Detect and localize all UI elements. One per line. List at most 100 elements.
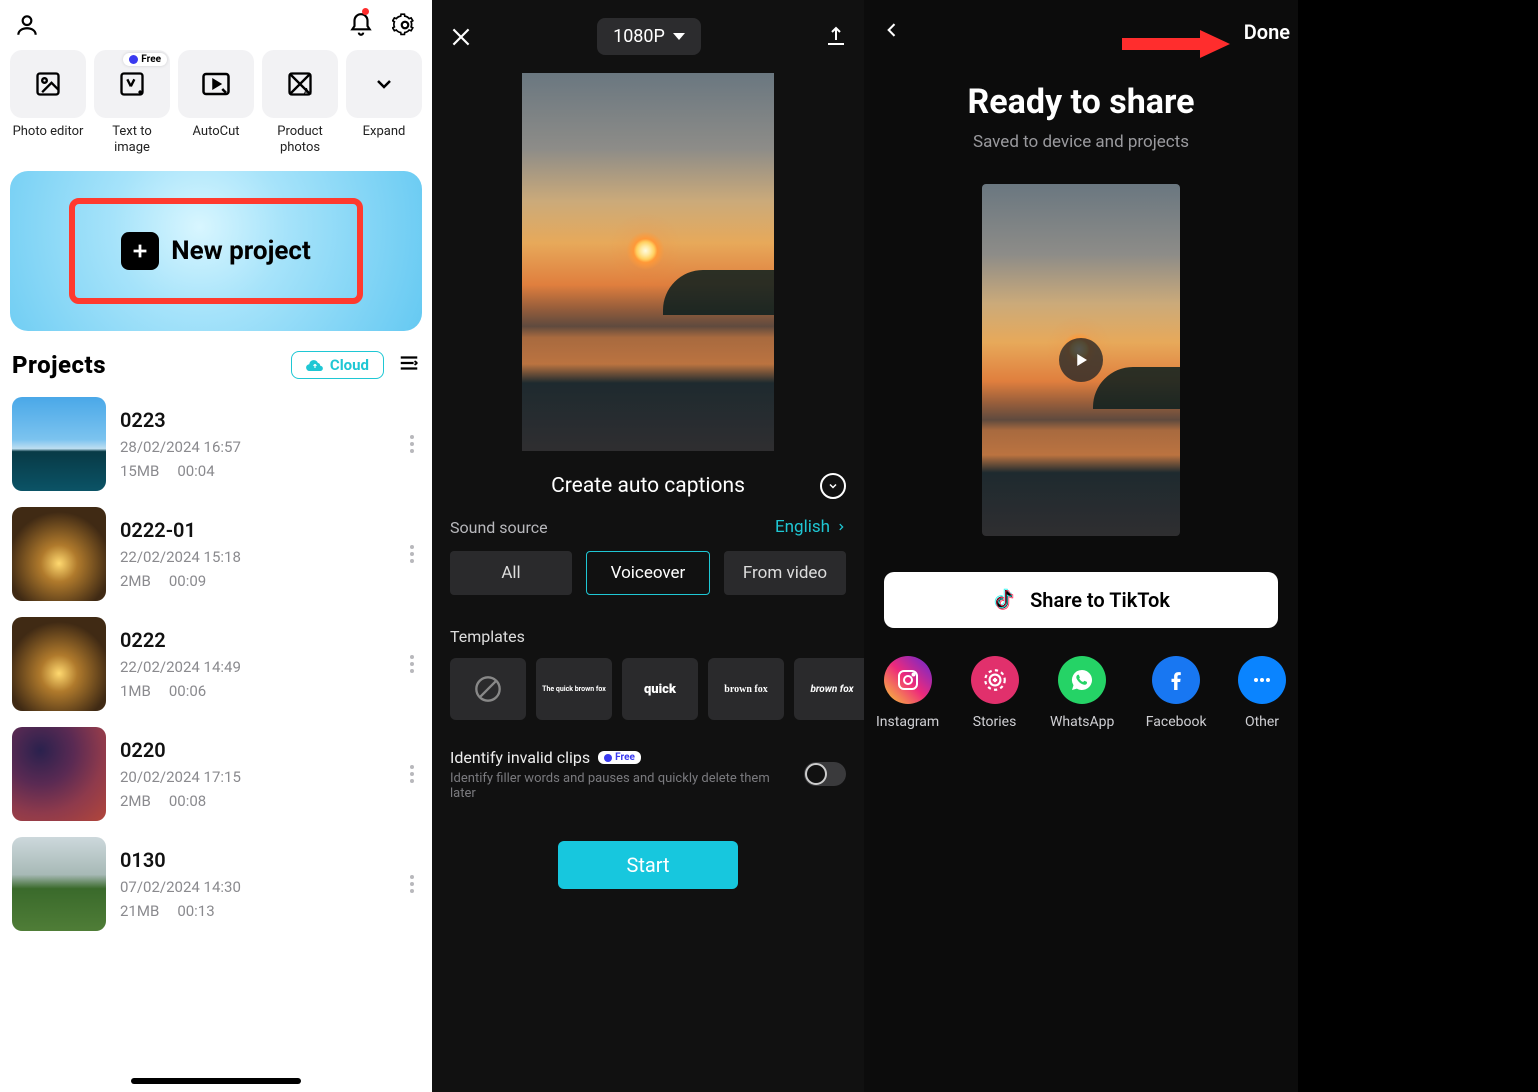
project-item[interactable]: 0222 22/02/2024 14:49 1MB00:06	[0, 609, 432, 719]
source-segments: All Voiceover From video	[432, 551, 864, 613]
gear-icon[interactable]	[392, 12, 418, 38]
home-indicator	[131, 1078, 301, 1084]
close-icon[interactable]	[448, 24, 474, 50]
social-other[interactable]: Other	[1238, 656, 1286, 730]
project-info: 0222 22/02/2024 14:49 1MB00:06	[120, 628, 390, 700]
share-subtitle: Saved to device and projects	[864, 132, 1298, 152]
start-button[interactable]: Start	[558, 841, 738, 889]
back-icon[interactable]	[882, 18, 902, 46]
other-icon	[1238, 656, 1286, 704]
arrow-annotation	[1122, 26, 1232, 62]
source-all[interactable]: All	[450, 551, 572, 595]
project-name: 0222	[120, 628, 390, 652]
project-item[interactable]: 0130 07/02/2024 14:30 21MB00:13	[0, 829, 432, 939]
projects-list: 0223 28/02/2024 16:57 15MB00:04 0222-01 …	[0, 389, 432, 939]
facebook-icon	[1152, 656, 1200, 704]
social-label: Stories	[973, 714, 1017, 730]
project-name: 0130	[120, 848, 390, 872]
collapse-icon[interactable]	[820, 473, 846, 499]
more-icon[interactable]	[404, 759, 420, 789]
preview-thumbnail	[522, 73, 774, 451]
project-item[interactable]: 0223 28/02/2024 16:57 15MB00:04	[0, 389, 432, 499]
share-title: Ready to share	[864, 82, 1298, 122]
template-item[interactable]: brown fox	[794, 658, 864, 720]
templates-row[interactable]: The quick brown fox quick brown fox brow…	[432, 658, 864, 740]
template-item[interactable]: The quick brown fox	[536, 658, 612, 720]
project-date: 22/02/2024 15:18	[120, 548, 390, 566]
share-preview[interactable]	[864, 184, 1298, 536]
editor-panel: 1080P Create auto captions Sound source …	[432, 0, 864, 1092]
invalid-clips-row: Identify invalid clips Free Identify fil…	[432, 740, 864, 823]
project-thumb	[12, 507, 106, 601]
tiktok-icon	[992, 588, 1016, 612]
template-none[interactable]	[450, 658, 526, 720]
more-icon[interactable]	[404, 869, 420, 899]
home-panel: Photo editor Free Text to image AutoCut …	[0, 0, 432, 1092]
tool-product-photos[interactable]: AI Product photos	[262, 50, 338, 155]
project-info: 0223 28/02/2024 16:57 15MB00:04	[120, 408, 390, 480]
video-preview[interactable]	[432, 73, 864, 451]
more-icon[interactable]	[404, 539, 420, 569]
share-top-bar: Done	[864, 0, 1298, 56]
tool-text-to-image[interactable]: Free Text to image	[94, 50, 170, 155]
plus-icon	[121, 232, 159, 270]
invalid-clips-title: Identify invalid clips Free	[450, 748, 792, 767]
social-instagram[interactable]: Instagram	[876, 656, 939, 730]
new-project-card[interactable]: New project	[10, 171, 422, 331]
home-top-bar	[0, 0, 432, 44]
play-icon[interactable]	[1059, 338, 1103, 382]
captions-title: Create auto captions	[476, 474, 820, 498]
share-tiktok-button[interactable]: Share to TikTok	[884, 572, 1278, 628]
tool-autocut[interactable]: AutoCut	[178, 50, 254, 155]
more-icon[interactable]	[404, 649, 420, 679]
social-whatsapp[interactable]: WhatsApp	[1050, 656, 1114, 730]
social-row: Instagram Stories WhatsApp Facebook Othe…	[864, 656, 1298, 730]
template-item[interactable]: quick	[622, 658, 698, 720]
social-label: Other	[1245, 714, 1279, 730]
tool-label: Product photos	[262, 124, 338, 155]
share-panel: Done Ready to share Saved to device and …	[864, 0, 1298, 1092]
sound-source-label: Sound source	[450, 518, 548, 537]
language-button[interactable]: English	[775, 517, 846, 537]
notification-dot	[362, 8, 369, 15]
invalid-clips-toggle[interactable]	[804, 762, 846, 786]
project-item[interactable]: 0222-01 22/02/2024 15:18 2MB00:09	[0, 499, 432, 609]
tool-label: Text to image	[94, 124, 170, 155]
resolution-button[interactable]: 1080P	[597, 18, 701, 55]
tool-label: Photo editor	[13, 124, 84, 140]
svg-text:AI: AI	[304, 87, 313, 98]
bell-icon[interactable]	[348, 12, 374, 38]
profile-icon[interactable]	[14, 12, 40, 38]
free-badge: Free	[598, 751, 641, 764]
filter-icon[interactable]	[398, 353, 420, 377]
template-item[interactable]: brown fox	[708, 658, 784, 720]
project-thumb	[12, 727, 106, 821]
social-label: Facebook	[1146, 714, 1207, 730]
projects-header: Projects Cloud	[0, 351, 432, 389]
social-facebook[interactable]: Facebook	[1146, 656, 1207, 730]
captions-header: Create auto captions	[432, 451, 864, 515]
chevron-down-icon	[673, 33, 685, 40]
project-meta: 1MB00:06	[120, 682, 390, 700]
project-meta: 15MB00:04	[120, 462, 390, 480]
source-voiceover[interactable]: Voiceover	[586, 551, 710, 595]
source-from-video[interactable]: From video	[724, 551, 846, 595]
project-item[interactable]: 0220 20/02/2024 17:15 2MB00:08	[0, 719, 432, 829]
project-thumb	[12, 617, 106, 711]
project-date: 20/02/2024 17:15	[120, 768, 390, 786]
editor-top-bar: 1080P	[432, 0, 864, 73]
more-icon[interactable]	[404, 429, 420, 459]
tool-expand[interactable]: Expand	[346, 50, 422, 155]
new-project-highlight: New project	[69, 198, 363, 304]
tools-row: Photo editor Free Text to image AutoCut …	[0, 44, 432, 159]
tool-photo-editor[interactable]: Photo editor	[10, 50, 86, 155]
project-date: 28/02/2024 16:57	[120, 438, 390, 456]
cloud-button[interactable]: Cloud	[291, 351, 384, 379]
project-info: 0222-01 22/02/2024 15:18 2MB00:09	[120, 518, 390, 590]
export-icon[interactable]	[824, 25, 848, 49]
project-meta: 2MB00:08	[120, 792, 390, 810]
social-stories[interactable]: Stories	[971, 656, 1019, 730]
social-label: WhatsApp	[1050, 714, 1114, 730]
new-project-label: New project	[171, 236, 311, 266]
done-button[interactable]: Done	[1244, 20, 1290, 44]
